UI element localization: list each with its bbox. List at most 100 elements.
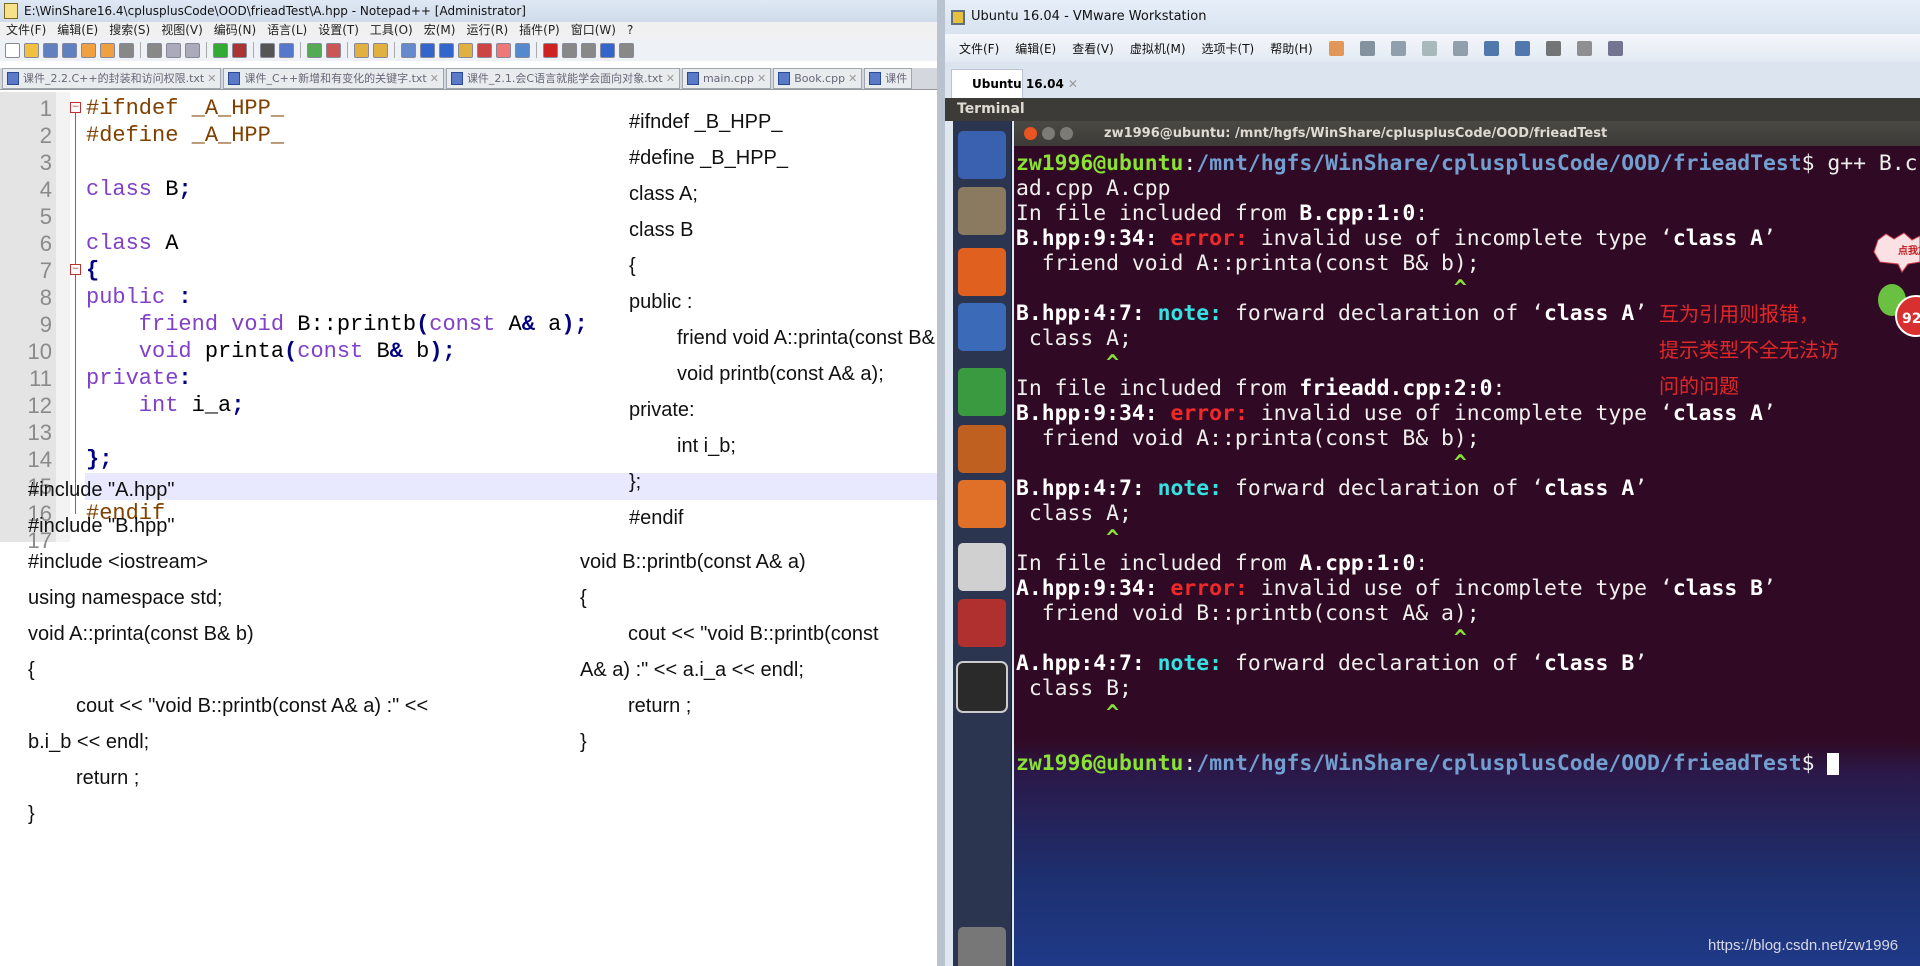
close-icon[interactable]: ✕ — [207, 72, 216, 85]
menu-item[interactable]: 编码(N) — [214, 22, 256, 39]
toolbar-button-icon[interactable] — [100, 42, 115, 58]
toolbar-button-icon[interactable] — [307, 42, 322, 58]
close-icon[interactable]: ✕ — [430, 72, 439, 85]
toolbar-button-icon[interactable] — [81, 42, 96, 58]
libreoffice-writer-icon[interactable] — [958, 303, 1006, 351]
menu-item[interactable]: 编辑(E) — [1015, 40, 1056, 57]
toolbar-button-icon[interactable] — [5, 42, 20, 58]
fold-toggle-icon[interactable]: − — [70, 264, 81, 275]
toolbar-button-icon[interactable] — [354, 42, 369, 58]
code-line: class A — [86, 230, 178, 257]
ubuntu-dash-icon[interactable] — [958, 131, 1006, 179]
libreoffice-calc-icon[interactable] — [958, 368, 1006, 416]
files-icon[interactable] — [958, 187, 1006, 235]
toolbar-button-icon[interactable] — [1483, 40, 1499, 56]
menu-item[interactable]: 文件(F) — [959, 40, 999, 57]
menu-item[interactable]: 运行(R) — [466, 22, 508, 39]
libreoffice-impress-icon[interactable] — [958, 425, 1006, 473]
toolbar-button-icon[interactable] — [166, 42, 181, 58]
toolbar-button-icon[interactable] — [279, 42, 294, 58]
menu-item[interactable]: 选项卡(T) — [1202, 40, 1255, 57]
system-settings-icon[interactable] — [958, 599, 1006, 647]
toolbar-button-icon[interactable] — [619, 42, 634, 58]
toolbar-button-icon[interactable] — [62, 42, 77, 58]
menu-item[interactable]: 语言(L) — [267, 22, 307, 39]
menu-item[interactable]: 帮助(H) — [1270, 40, 1312, 57]
toolbar-button-icon[interactable] — [458, 42, 473, 58]
toolbar-button-icon[interactable] — [1576, 40, 1592, 56]
close-icon[interactable]: ✕ — [666, 72, 675, 85]
toolbar-button-icon[interactable] — [600, 42, 615, 58]
file-tab[interactable]: Book.cpp ✕ — [773, 68, 863, 89]
menu-item[interactable]: 查看(V) — [1072, 40, 1114, 57]
toolbar-button-icon[interactable] — [1421, 40, 1437, 56]
terminal-window[interactable]: zw1996@ubuntu: /mnt/hgfs/WinShare/cplusp… — [1014, 121, 1920, 966]
toolbar-button-icon[interactable] — [1607, 40, 1623, 56]
menu-item[interactable]: 工具(O) — [370, 22, 413, 39]
terminal-line: friend void A::printa(const B& b); — [1016, 426, 1920, 451]
toolbar-button-icon[interactable] — [477, 42, 492, 58]
code-token: B — [363, 339, 390, 364]
toolbar-button-icon[interactable] — [119, 42, 134, 58]
trash-icon[interactable] — [958, 927, 1006, 966]
toolbar-button-icon[interactable] — [232, 42, 247, 58]
toolbar-button-icon[interactable] — [1452, 40, 1468, 56]
toolbar-button-icon[interactable] — [373, 42, 388, 58]
toolbar-button-icon[interactable] — [562, 42, 577, 58]
close-icon[interactable]: ✕ — [848, 72, 857, 85]
toolbar-button-icon[interactable] — [43, 42, 58, 58]
file-tab[interactable]: 课件_2.2.C++的封装和访问权限.txt ✕ — [2, 68, 222, 89]
minimize-icon[interactable] — [1042, 127, 1055, 140]
software-center-icon[interactable] — [958, 480, 1006, 528]
toolbar-button-icon[interactable] — [581, 42, 596, 58]
close-icon[interactable]: ✕ — [1068, 77, 1078, 91]
toolbar-button-icon[interactable] — [185, 42, 200, 58]
menu-item[interactable]: 视图(V) — [161, 22, 203, 39]
toolbar-button-icon[interactable] — [326, 42, 341, 58]
toolbar-button-icon[interactable] — [1328, 40, 1344, 56]
close-icon[interactable]: ✕ — [757, 72, 766, 85]
code-token: B::printb — [284, 312, 417, 337]
toolbar-button-icon[interactable] — [1545, 40, 1561, 56]
speed-badge-icon[interactable]: 点我加速 92 — [1872, 232, 1920, 342]
toolbar-button-icon[interactable] — [515, 42, 530, 58]
menu-item[interactable]: 宏(M) — [424, 22, 456, 39]
toolbar-button-icon[interactable] — [147, 42, 162, 58]
file-tab[interactable]: 课件_2.1.会C语言就能学会面向对象.txt ✕ — [445, 68, 680, 89]
doc-line: { — [28, 659, 35, 681]
menu-item[interactable]: 设置(T) — [318, 22, 359, 39]
maximize-icon[interactable] — [1060, 127, 1073, 140]
toolbar-button-icon[interactable] — [420, 42, 435, 58]
firefox-icon[interactable] — [958, 248, 1006, 296]
tab-ubuntu[interactable]: Ubuntu 16.04 ✕ — [951, 69, 1078, 99]
toolbar-button-icon[interactable] — [260, 42, 275, 58]
code-token: : — [178, 366, 192, 391]
menu-item[interactable]: 文件(F) — [6, 22, 46, 39]
toolbar-button-icon[interactable] — [213, 42, 228, 58]
terminal-title: zw1996@ubuntu: /mnt/hgfs/WinShare/cplusp… — [1014, 121, 1920, 146]
close-window-icon[interactable] — [1024, 127, 1037, 140]
code-token: void — [86, 339, 192, 364]
toolbar-button-icon[interactable] — [1514, 40, 1530, 56]
terminal-output[interactable]: zw1996@ubuntu:/mnt/hgfs/WinShare/cpluspl… — [1016, 151, 1920, 776]
toolbar-button-icon[interactable] — [401, 42, 416, 58]
doc-line: using namespace std; — [28, 587, 223, 609]
terminal-icon[interactable] — [956, 661, 1008, 713]
toolbar-button-icon[interactable] — [24, 42, 39, 58]
toolbar-button-icon[interactable] — [543, 42, 558, 58]
amazon-icon[interactable] — [958, 543, 1006, 591]
toolbar-button-icon[interactable] — [439, 42, 454, 58]
menu-item[interactable]: 编辑(E) — [57, 22, 98, 39]
toolbar-button-icon[interactable] — [1390, 40, 1406, 56]
menu-item[interactable]: ? — [627, 22, 633, 39]
toolbar-button-icon[interactable] — [1359, 40, 1375, 56]
menu-item[interactable]: 搜索(S) — [109, 22, 150, 39]
file-tab[interactable]: 课件 — [864, 68, 913, 89]
menu-item[interactable]: 插件(P) — [519, 22, 560, 39]
fold-toggle-icon[interactable]: − — [70, 102, 81, 113]
file-tab[interactable]: 课件_C++新增和有变化的关键字.txt ✕ — [223, 68, 444, 89]
menu-item[interactable]: 窗口(W) — [571, 22, 616, 39]
toolbar-button-icon[interactable] — [496, 42, 511, 58]
menu-item[interactable]: 虚拟机(M) — [1130, 40, 1186, 57]
file-tab[interactable]: main.cpp ✕ — [681, 68, 772, 89]
